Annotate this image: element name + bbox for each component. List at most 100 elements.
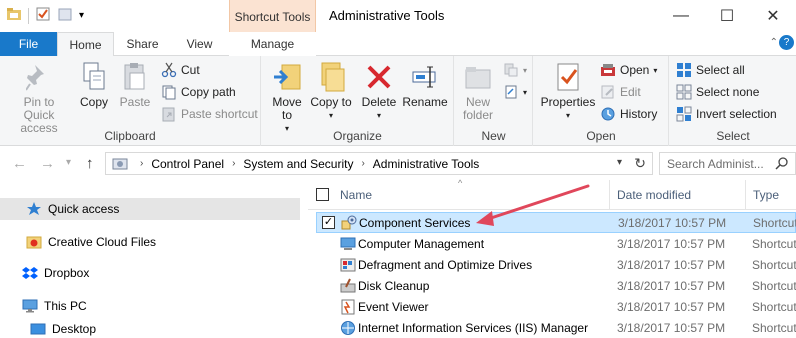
search-input[interactable]: Search Administ... (659, 152, 796, 175)
ribbon: Pin to Quick access Copy Paste Cut Copy … (0, 56, 796, 146)
collapse-ribbon-icon[interactable]: ⌃ (770, 37, 778, 48)
select-all-checkbox[interactable] (316, 188, 329, 201)
select-group-label: Select (716, 129, 750, 143)
nav-item-dropbox[interactable]: Dropbox (0, 262, 300, 284)
row-name: Internet Information Services (IIS) Mana… (358, 321, 589, 335)
properties-button[interactable]: Properties ▾ (538, 60, 598, 122)
invert-selection-button[interactable]: Invert selection (676, 104, 777, 124)
disk-cleanup-icon (340, 278, 356, 294)
star-icon (26, 201, 42, 217)
open-button[interactable]: Open ▾ (600, 60, 657, 80)
nav-item-desktop[interactable]: Desktop (0, 318, 300, 338)
refresh-icon[interactable]: ↻ (634, 155, 646, 172)
column-divider[interactable] (609, 180, 610, 210)
quick-access-toolbar: ▾ (6, 6, 84, 25)
new-folder-button[interactable]: New folder (457, 60, 499, 122)
help-icon[interactable]: ? (779, 35, 794, 50)
table-row[interactable]: Event Viewer 3/18/2017 10:57 PM Shortcut (316, 297, 796, 318)
iis-manager-icon (340, 320, 356, 336)
sort-ascending-icon: ^ (458, 178, 463, 188)
clipboard-group-label: Clipboard (104, 129, 156, 143)
table-row[interactable]: Defragment and Optimize Drives 3/18/2017… (316, 255, 796, 276)
select-group: Select all Select none Invert selection … (670, 56, 796, 146)
back-arrow-icon[interactable]: ← (12, 155, 27, 172)
history-button[interactable]: History (600, 104, 657, 124)
select-none-button[interactable]: Select none (676, 82, 759, 102)
properties-icon (552, 60, 584, 94)
invert-selection-icon (676, 106, 692, 122)
breadcrumb-system-and-security[interactable]: System and Security (243, 157, 353, 171)
open-group: Properties ▾ Open ▾ Edit History Open (534, 56, 669, 146)
up-arrow-icon[interactable]: ↑ (86, 155, 94, 172)
address-dropdown-chevron-icon[interactable]: ▾ (617, 157, 622, 168)
breadcrumb-control-panel[interactable]: Control Panel (151, 157, 224, 171)
row-checkbox[interactable]: ✓ (322, 216, 335, 229)
table-row[interactable]: Disk Cleanup 3/18/2017 10:57 PM Shortcut (316, 276, 796, 297)
row-type: Shortcut (752, 321, 796, 335)
chevron-right-icon[interactable]: › (361, 158, 364, 169)
move-to-button[interactable]: Move to ▾ (266, 60, 308, 135)
chevron-down-icon: ▾ (376, 111, 381, 120)
column-divider[interactable] (745, 180, 746, 210)
nav-item-creative-cloud[interactable]: Creative Cloud Files (0, 231, 300, 253)
copy-path-button[interactable]: Copy path (161, 82, 236, 102)
table-row[interactable]: Computer Management 3/18/2017 10:57 PM S… (316, 234, 796, 255)
row-date: 3/18/2017 10:57 PM (617, 258, 726, 272)
pin-to-quick-access-button[interactable]: Pin to Quick access (4, 60, 74, 135)
new-item-button[interactable]: ▾ (503, 60, 527, 80)
nav-item-this-pc[interactable]: This PC (0, 295, 300, 317)
chevron-right-icon[interactable]: › (232, 158, 235, 169)
nav-item-quick-access[interactable]: Quick access (0, 198, 300, 220)
address-bar[interactable]: › Control Panel › System and Security › … (105, 152, 653, 175)
window-controls: — ☐ ✕ (658, 0, 796, 32)
rename-button[interactable]: Rename (402, 60, 448, 109)
chevron-down-icon: ▾ (523, 87, 528, 97)
history-icon (600, 106, 616, 122)
file-list: ^ Name Date modified Type ✓ Component Se… (308, 178, 796, 338)
column-header-name[interactable]: Name (340, 188, 372, 202)
chevron-down-icon: ▾ (328, 111, 333, 120)
breadcrumb-administrative-tools[interactable]: Administrative Tools (373, 157, 480, 171)
cut-button[interactable]: Cut (161, 60, 200, 80)
delete-button[interactable]: Delete ▾ (358, 60, 400, 122)
tab-share[interactable]: Share (114, 32, 171, 56)
creative-cloud-icon (26, 234, 42, 250)
copy-path-icon (161, 84, 177, 100)
edit-button[interactable]: Edit (600, 82, 641, 102)
select-all-button[interactable]: Select all (676, 60, 745, 80)
tab-view[interactable]: View (171, 32, 228, 56)
easy-access-button[interactable]: ▾ (503, 82, 527, 102)
recent-locations-chevron-icon[interactable]: ▾ (66, 157, 71, 168)
forward-arrow-icon[interactable]: → (40, 155, 55, 172)
customize-qat-chevron-icon[interactable]: ▾ (79, 10, 84, 21)
copy-button[interactable]: Copy (74, 60, 114, 109)
paste-shortcut-button[interactable]: Paste shortcut (161, 104, 258, 124)
row-date: 3/18/2017 10:57 PM (617, 237, 726, 251)
paste-shortcut-icon (161, 106, 177, 122)
navigation-pane: Quick access Creative Cloud Files Dropbo… (0, 180, 300, 338)
pin-icon (23, 60, 55, 94)
row-date: 3/18/2017 10:57 PM (618, 216, 727, 230)
select-none-icon (676, 84, 692, 100)
maximize-button[interactable]: ☐ (704, 0, 750, 32)
paste-button[interactable]: Paste (114, 60, 156, 109)
column-header-date[interactable]: Date modified (617, 188, 691, 202)
new-folder-icon[interactable] (57, 6, 73, 25)
chevron-down-icon: ▾ (523, 65, 528, 75)
table-row[interactable]: Internet Information Services (IIS) Mana… (316, 318, 796, 338)
defragment-icon (340, 257, 356, 273)
tab-file[interactable]: File (0, 32, 57, 56)
computer-icon (22, 298, 38, 314)
close-button[interactable]: ✕ (750, 0, 796, 32)
select-all-icon (676, 62, 692, 78)
explorer-folder-icon[interactable] (6, 6, 22, 25)
row-date: 3/18/2017 10:57 PM (617, 279, 726, 293)
column-header-type[interactable]: Type (753, 188, 779, 202)
open-icon (600, 62, 616, 78)
minimize-button[interactable]: — (658, 0, 704, 32)
copy-to-button[interactable]: Copy to ▾ (310, 60, 352, 122)
table-row[interactable]: ✓ Component Services 3/18/2017 10:57 PM … (316, 212, 796, 233)
properties-check-icon[interactable] (35, 6, 51, 25)
tab-manage[interactable]: Manage (229, 32, 316, 56)
tab-home[interactable]: Home (57, 32, 114, 57)
